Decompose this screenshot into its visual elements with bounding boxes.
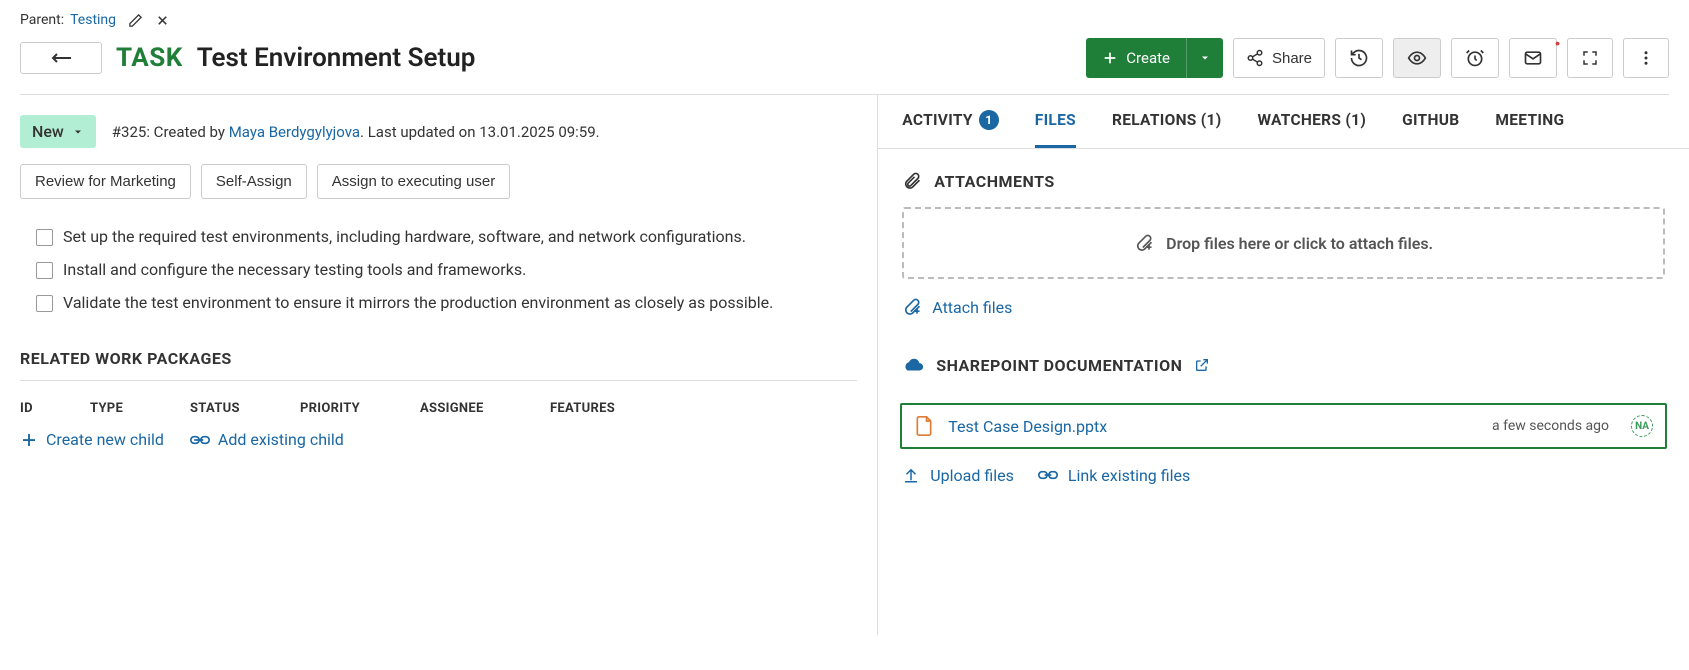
work-package-type: TASK bbox=[116, 43, 183, 73]
col-id: ID bbox=[20, 401, 90, 416]
checklist-text: Validate the test environment to ensure … bbox=[63, 291, 773, 316]
checklist-text: Install and configure the necessary test… bbox=[63, 258, 526, 283]
watch-button[interactable] bbox=[1393, 38, 1441, 78]
col-assignee: ASSIGNEE bbox=[420, 401, 550, 416]
attach-icon bbox=[1134, 233, 1154, 253]
more-button[interactable] bbox=[1623, 38, 1669, 78]
share-label: Share bbox=[1272, 50, 1312, 67]
activity-count-badge: 1 bbox=[979, 110, 999, 130]
sharepoint-file-row[interactable]: Test Case Design.pptx a few seconds ago … bbox=[900, 403, 1667, 449]
attach-files-link[interactable]: Attach files bbox=[902, 297, 1665, 317]
assign-executing-user-button[interactable]: Assign to executing user bbox=[317, 164, 510, 199]
create-label: Create bbox=[1126, 49, 1170, 67]
status-value: New bbox=[32, 122, 64, 141]
fullscreen-button[interactable] bbox=[1567, 38, 1613, 78]
detail-tabs: ACTIVITY 1 FILES RELATIONS (1) WATCHERS … bbox=[878, 95, 1689, 149]
col-features: FEATURES bbox=[550, 401, 857, 416]
tab-relations[interactable]: RELATIONS (1) bbox=[1112, 95, 1221, 148]
author-link[interactable]: Maya Berdygylyjova bbox=[229, 123, 360, 141]
checkbox-icon[interactable] bbox=[36, 262, 53, 279]
create-dropdown-icon[interactable] bbox=[1186, 38, 1223, 78]
parent-label: Parent: bbox=[20, 12, 64, 28]
checklist-item[interactable]: Set up the required test environments, i… bbox=[36, 225, 857, 250]
status-dropdown[interactable]: New bbox=[20, 115, 96, 148]
link-icon bbox=[1038, 467, 1058, 483]
chevron-down-icon bbox=[72, 126, 84, 138]
checkbox-icon[interactable] bbox=[36, 295, 53, 312]
share-button[interactable]: Share bbox=[1233, 38, 1325, 78]
checklist-text: Set up the required test environments, i… bbox=[63, 225, 746, 250]
clock-icon bbox=[1465, 48, 1485, 68]
cloud-icon bbox=[902, 355, 924, 375]
tab-github[interactable]: GITHUB bbox=[1402, 95, 1459, 148]
attach-icon bbox=[902, 297, 922, 317]
sharepoint-header: SHAREPOINT DOCUMENTATION bbox=[902, 355, 1665, 375]
work-package-title[interactable]: Test Environment Setup bbox=[197, 43, 476, 73]
related-header: RELATED WORK PACKAGES bbox=[20, 349, 857, 381]
external-link-icon[interactable] bbox=[1194, 357, 1210, 373]
tab-meeting[interactable]: MEETING bbox=[1495, 95, 1564, 148]
create-button[interactable]: Create bbox=[1086, 38, 1223, 78]
review-button[interactable]: Review for Marketing bbox=[20, 164, 191, 199]
self-assign-button[interactable]: Self-Assign bbox=[201, 164, 307, 199]
link-icon bbox=[190, 433, 210, 447]
create-child-link[interactable]: Create new child bbox=[20, 430, 164, 449]
notification-button[interactable] bbox=[1509, 38, 1557, 78]
share-icon bbox=[1246, 49, 1264, 67]
powerpoint-file-icon bbox=[914, 415, 934, 437]
col-type: TYPE bbox=[90, 401, 190, 416]
upload-icon bbox=[902, 465, 920, 485]
edit-parent-icon[interactable] bbox=[128, 13, 143, 28]
upload-files-link[interactable]: Upload files bbox=[902, 465, 1014, 485]
kebab-icon bbox=[1637, 49, 1655, 67]
file-timestamp: a few seconds ago bbox=[1492, 418, 1609, 434]
add-existing-child-link[interactable]: Add existing child bbox=[190, 430, 344, 449]
attachments-header: ATTACHMENTS bbox=[902, 171, 1665, 191]
file-author-avatar: NA bbox=[1631, 415, 1653, 437]
expand-icon bbox=[1581, 49, 1599, 67]
paperclip-icon bbox=[902, 171, 922, 191]
attachment-dropzone[interactable]: Drop files here or click to attach files… bbox=[902, 207, 1665, 279]
parent-link[interactable]: Testing bbox=[70, 12, 116, 28]
col-status: STATUS bbox=[190, 401, 300, 416]
history-button[interactable] bbox=[1335, 38, 1383, 78]
eye-icon bbox=[1407, 48, 1427, 68]
description-checklist: Set up the required test environments, i… bbox=[20, 225, 857, 315]
meta-info: #325: Created by Maya Berdygylyjova. Las… bbox=[112, 123, 600, 141]
parent-breadcrumb: Parent: Testing bbox=[20, 12, 1669, 28]
reminder-button[interactable] bbox=[1451, 38, 1499, 78]
related-column-headers: ID TYPE STATUS PRIORITY ASSIGNEE FEATURE… bbox=[20, 389, 857, 430]
plus-icon bbox=[20, 431, 38, 449]
remove-parent-icon[interactable] bbox=[155, 13, 170, 28]
link-existing-files-link[interactable]: Link existing files bbox=[1038, 465, 1190, 485]
col-priority: PRIORITY bbox=[300, 401, 420, 416]
checklist-item[interactable]: Validate the test environment to ensure … bbox=[36, 291, 857, 316]
tab-watchers[interactable]: WATCHERS (1) bbox=[1257, 95, 1366, 148]
file-name[interactable]: Test Case Design.pptx bbox=[948, 417, 1478, 436]
history-icon bbox=[1349, 48, 1369, 68]
tab-files[interactable]: FILES bbox=[1035, 95, 1076, 148]
back-button[interactable] bbox=[20, 42, 102, 74]
tab-activity[interactable]: ACTIVITY 1 bbox=[902, 95, 999, 148]
checkbox-icon[interactable] bbox=[36, 229, 53, 246]
mail-icon bbox=[1523, 48, 1543, 68]
checklist-item[interactable]: Install and configure the necessary test… bbox=[36, 258, 857, 283]
